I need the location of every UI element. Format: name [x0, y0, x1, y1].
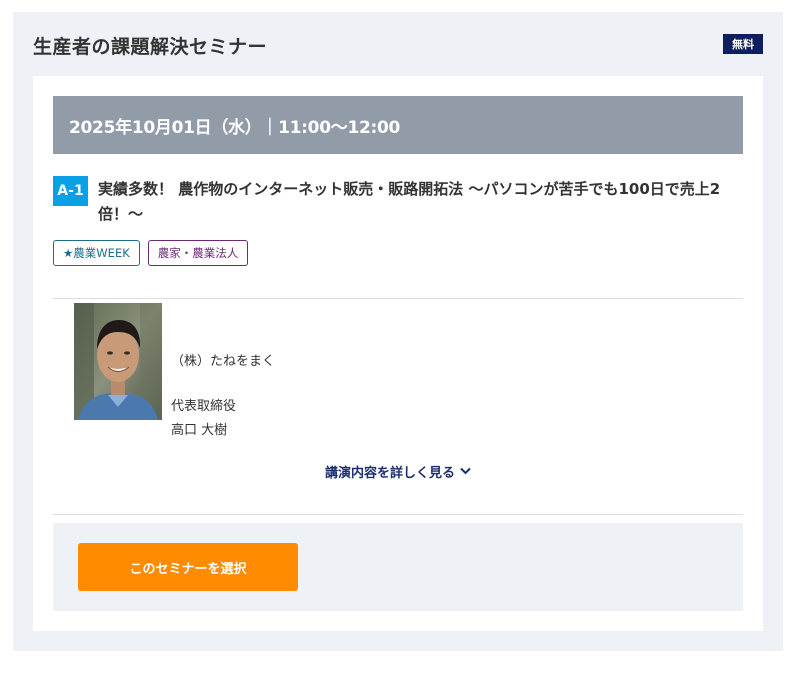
tag-list: ★農業WEEK 農家・農業法人	[53, 240, 249, 266]
speaker-portrait-image	[74, 303, 162, 420]
tag-farmers: 農家・農業法人	[147, 240, 249, 266]
chevron-down-icon	[460, 464, 471, 479]
seminar-section: 生産者の課題解決セミナー 無料 2025年10月01日（水）｜11:00～12:…	[13, 12, 783, 651]
tag-agriculture-week: ★農業WEEK	[53, 240, 140, 266]
speaker-position: 代表取締役	[171, 399, 237, 414]
view-details-link[interactable]: 講演内容を詳しく見る	[33, 462, 763, 481]
divider	[53, 298, 743, 299]
section-title: 生産者の課題解決セミナー	[33, 36, 268, 58]
view-details-label: 講演内容を詳しく見る	[324, 466, 455, 481]
divider	[53, 514, 743, 515]
seminar-card: 2025年10月01日（水）｜11:00～12:00 A-1 実績多数！ 農作物…	[33, 76, 763, 631]
action-panel: このセミナーを選択	[53, 523, 743, 611]
seminar-code-badge: A-1	[53, 176, 88, 206]
speaker-company: （株）たねをまく	[171, 354, 276, 369]
free-badge: 無料	[723, 34, 763, 54]
speaker-photo	[74, 303, 162, 420]
speaker-name: 高口 大樹	[171, 423, 228, 438]
seminar-title: 実績多数！ 農作物のインターネット販売・販路開拓法 ～パソコンが苦手でも100日…	[98, 180, 721, 223]
select-seminar-button[interactable]: このセミナーを選択	[78, 543, 298, 591]
seminar-datetime: 2025年10月01日（水）｜11:00～12:00	[53, 96, 743, 154]
